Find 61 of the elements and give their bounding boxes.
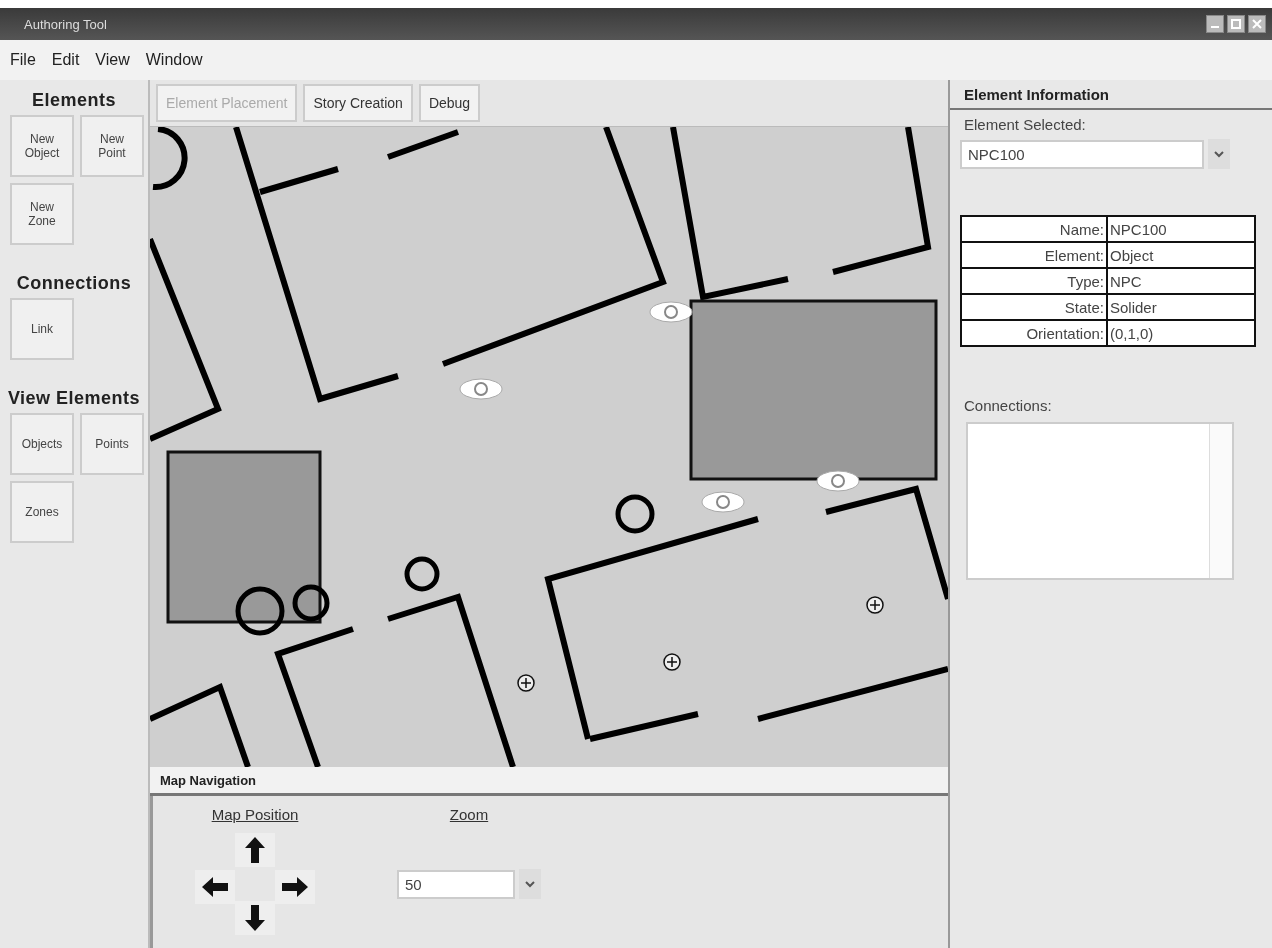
object-box[interactable] [689,299,938,481]
object-box[interactable] [166,450,322,624]
minimize-button[interactable] [1206,15,1224,33]
menu-item[interactable]: View [93,51,132,69]
property-label: Orientation: [961,320,1107,346]
pan-left-button[interactable] [195,870,235,904]
property-label: Element: [961,242,1107,268]
zone-circle[interactable] [615,494,655,534]
tool-button[interactable]: Points [80,413,144,475]
menu-item[interactable]: Window [143,51,205,69]
section-title: Connections [15,273,133,294]
field-label: Connections: [963,396,1053,414]
point-marker[interactable] [701,491,745,513]
field-label: Element Selected: [963,115,1087,133]
crosshair-marker[interactable] [866,596,884,614]
property-value: Solider [1107,294,1255,320]
tool-button[interactable]: New Object [10,115,74,177]
property-value: Object [1107,242,1255,268]
tool-button[interactable]: Link [10,298,74,360]
close-icon [1252,19,1262,29]
point-marker[interactable] [816,470,860,492]
property-label: Name: [961,216,1107,242]
section-title: Elements [30,90,117,111]
zone-circle[interactable] [292,584,330,622]
crosshair-marker[interactable] [517,674,535,692]
property-label: State: [961,294,1107,320]
tool-button[interactable]: New Point [80,115,144,177]
pan-right-button[interactable] [275,870,315,904]
maximize-icon [1231,19,1241,29]
property-value: NPC [1107,268,1255,294]
maximize-button[interactable] [1227,15,1245,33]
menu-item[interactable]: File [8,51,38,69]
wall-line [152,127,188,191]
crosshair-marker[interactable] [663,653,681,671]
zoom-label: Zoom [449,806,489,823]
zone-circle[interactable] [235,586,285,636]
dropdown-button[interactable] [519,869,541,899]
tab[interactable]: Story Creation [303,84,413,122]
pan-up-button[interactable] [235,833,275,867]
map-position-label: Map Position [211,806,299,823]
section-title: View Elements [6,388,142,409]
point-marker[interactable] [649,301,693,323]
map-canvas[interactable] [150,127,948,767]
element-select-field[interactable]: NPC100 [960,139,1204,169]
property-label: Type: [961,268,1107,294]
property-value: NPC100 [1107,216,1255,242]
menu-item[interactable]: Edit [49,51,82,69]
close-button[interactable] [1248,15,1266,33]
tool-button[interactable]: Zones [10,481,74,543]
tool-button[interactable]: Objects [10,413,74,475]
window-title: Authoring Tool [24,16,107,32]
zone-circle[interactable] [404,556,440,592]
point-marker[interactable] [459,378,503,400]
tab[interactable]: Debug [418,84,481,122]
tool-button[interactable]: New Zone [10,183,74,245]
pan-down-button[interactable] [235,901,275,935]
property-value: (0,1,0) [1107,320,1255,346]
panel-title: Map Navigation [160,772,257,788]
panel-title: Element Information [964,85,1109,103]
zoom-field[interactable]: 50 [397,869,515,899]
dropdown-button[interactable] [1208,139,1230,169]
